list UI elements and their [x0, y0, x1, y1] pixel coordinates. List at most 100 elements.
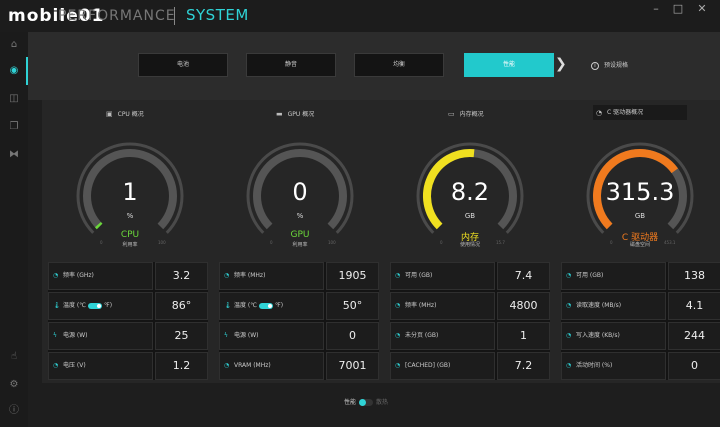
memory-panel-header: ▭ 内存概况: [448, 110, 484, 118]
footer-bar: 性能 散热: [42, 383, 720, 427]
mode-button-quiet[interactable]: 静音: [246, 53, 336, 77]
gauge-icon: ◔: [566, 362, 572, 369]
stat-label: 电压 (V): [63, 362, 86, 369]
stat-label: 电源 (W): [63, 332, 88, 339]
stat-value: 7001: [326, 352, 379, 380]
gamepad-icon[interactable]: ◫: [0, 86, 28, 112]
gauge-icon: ◔: [224, 272, 230, 279]
stat-label: 频率 (MHz): [234, 272, 266, 279]
preset-spec-link[interactable]: i 预设规格: [591, 60, 628, 70]
drive-gauge-sub: 磁盘空间: [629, 242, 650, 248]
stat-label: 可用 (GB): [405, 272, 433, 279]
stat-value: 3.2: [155, 262, 208, 290]
home-icon[interactable]: ⌂: [0, 32, 28, 58]
mode-button-battery[interactable]: 电池: [138, 53, 228, 77]
stat-value: 138: [668, 262, 720, 290]
voltage-icon: ◔: [53, 362, 59, 369]
table-row: 🌡 温度 (℃ ℉) 50°: [219, 292, 379, 320]
dashboard-icon[interactable]: ◉: [0, 58, 28, 84]
mode-button-balanced[interactable]: 均衡: [354, 53, 444, 77]
drive-gauge-max: 453.1: [664, 240, 676, 245]
cpu-gauge-sub: 利用率: [122, 242, 138, 248]
stat-value: 7.4: [497, 262, 550, 290]
thermometer-icon: 🌡: [224, 302, 232, 309]
gauge-icon: ◔: [395, 302, 401, 309]
gauge-icon: ◔: [566, 302, 572, 309]
stat-value: 7.2: [497, 352, 550, 380]
cpu-icon: ▣: [106, 110, 113, 118]
section-title: SYSTEM: [186, 6, 249, 24]
app-name: PERFORMANCE: [58, 8, 176, 24]
toggle-on-label: 性能: [344, 399, 357, 406]
memory-icon: ◔: [395, 272, 401, 279]
title-separator: [174, 7, 175, 25]
gauge-icon: ◔: [53, 272, 59, 279]
gauge-fill: [94, 221, 103, 230]
settings-icon[interactable]: ⚙: [0, 372, 28, 398]
gauge-icon: ◔: [566, 332, 572, 339]
title-bar: mobile01 PERFORMANCE SYSTEM – □ ✕: [0, 0, 720, 32]
table-row: ◔ 写入速度 (KB/s) 244: [561, 322, 720, 350]
stat-label-b: ℉): [104, 302, 113, 309]
stat-label-a: 温度 (℃: [234, 302, 257, 309]
memory-gauge: 8.2 GB 内存 使用情况 0 15.7: [410, 136, 530, 256]
cpu-gauge-min: 0: [100, 240, 103, 245]
link-icon[interactable]: ⧓: [0, 142, 28, 168]
table-row: ϟ 电源 (W) 25: [48, 322, 208, 350]
cpu-gauge: 1 % CPU 利用率 0 100: [70, 136, 190, 256]
mode-bar: 电池 静音 均衡 性能 ❯ i 预设规格: [28, 32, 720, 100]
memory-gauge-sub: 使用情况: [459, 242, 480, 248]
gpu-gauge-name: GPU: [290, 230, 310, 240]
cpu-gauge-max: 100: [158, 240, 166, 245]
memory-stats-table: ◔ 可用 (GB) 7.4 ◔ 频率 (MHz) 4800 ◔ 未分页 (GB) 1 …: [390, 262, 550, 380]
app-window: mobile01 PERFORMANCE SYSTEM – □ ✕ ⌂ ◉ ◫ …: [0, 0, 720, 427]
stat-value: 1: [497, 322, 550, 350]
gpu-icon: ▬: [276, 110, 283, 118]
gpu-gauge-value: 0: [292, 178, 308, 206]
stat-value: 25: [155, 322, 208, 350]
memory-gauge-min: 0: [440, 240, 443, 245]
pages-icon[interactable]: ❐: [0, 114, 28, 140]
table-row: ◔ 频率 (GHz) 3.2: [48, 262, 208, 290]
cpu-panel-header: ▣ CPU 概况: [106, 110, 144, 118]
thumbs-up-icon[interactable]: ☝: [0, 344, 28, 370]
stat-label: 写入速度 (KB/s): [576, 332, 620, 339]
stat-label: 频率 (GHz): [63, 272, 94, 279]
gpu-gauge: 0 % GPU 利用率 0 100: [240, 136, 360, 256]
memory-icon: ◔: [395, 362, 401, 369]
mode-switch[interactable]: [359, 399, 374, 406]
stat-value: 86°: [155, 292, 208, 320]
cpu-stats-table: ◔ 频率 (GHz) 3.2 🌡 温度 (℃ ℉) 86° ϟ 电源 (W) 25 ◔ 电…: [48, 262, 208, 380]
table-row: ϟ 电源 (W) 0: [219, 322, 379, 350]
drive-gauge: 315.3 GB C 驱动器 磁盘空间 0 453.1: [580, 136, 700, 256]
unit-toggle[interactable]: [88, 302, 102, 309]
info-icon[interactable]: ⓘ: [0, 398, 28, 424]
table-row: ◔ 频率 (MHz) 1905: [219, 262, 379, 290]
drive-gauge-value: 315.3: [605, 178, 675, 206]
table-row: ◔ 读取速度 (MB/s) 4.1: [561, 292, 720, 320]
disk-icon: ◔: [566, 272, 572, 279]
sidebar: ⌂ ◉ ◫ ❐ ⧓ ☝ ⚙ ⓘ: [0, 32, 28, 427]
cpu-gauge-name: CPU: [120, 230, 140, 240]
chevron-right-icon[interactable]: ❯: [555, 56, 567, 72]
mode-button-performance[interactable]: 性能: [464, 53, 554, 77]
stat-label: 频率 (MHz): [405, 302, 437, 309]
table-row: ◔ 频率 (MHz) 4800: [390, 292, 550, 320]
stat-value: 4.1: [668, 292, 720, 320]
gpu-gauge-unit: %: [296, 212, 304, 220]
thermometer-icon: 🌡: [53, 302, 61, 309]
stat-label-b: ℉): [275, 302, 284, 309]
memory-gauge-unit: GB: [464, 212, 476, 220]
stat-value: 0: [326, 322, 379, 350]
table-row: ◔ 活动时间 (%) 0: [561, 352, 720, 380]
stat-value: 4800: [497, 292, 550, 320]
close-button[interactable]: ✕: [688, 0, 716, 20]
gauge-icon: ◔: [224, 362, 230, 369]
gpu-panel-header: ▬ GPU 概况: [276, 110, 315, 118]
stat-label: [CACHED] (GB): [405, 362, 451, 369]
unit-toggle[interactable]: [259, 302, 273, 309]
performance-cooling-toggle[interactable]: 性能 散热: [344, 397, 388, 406]
drive-gauge-icon: ◔: [596, 109, 603, 117]
info-icon: i: [591, 61, 599, 70]
stat-value: 1905: [326, 262, 379, 290]
